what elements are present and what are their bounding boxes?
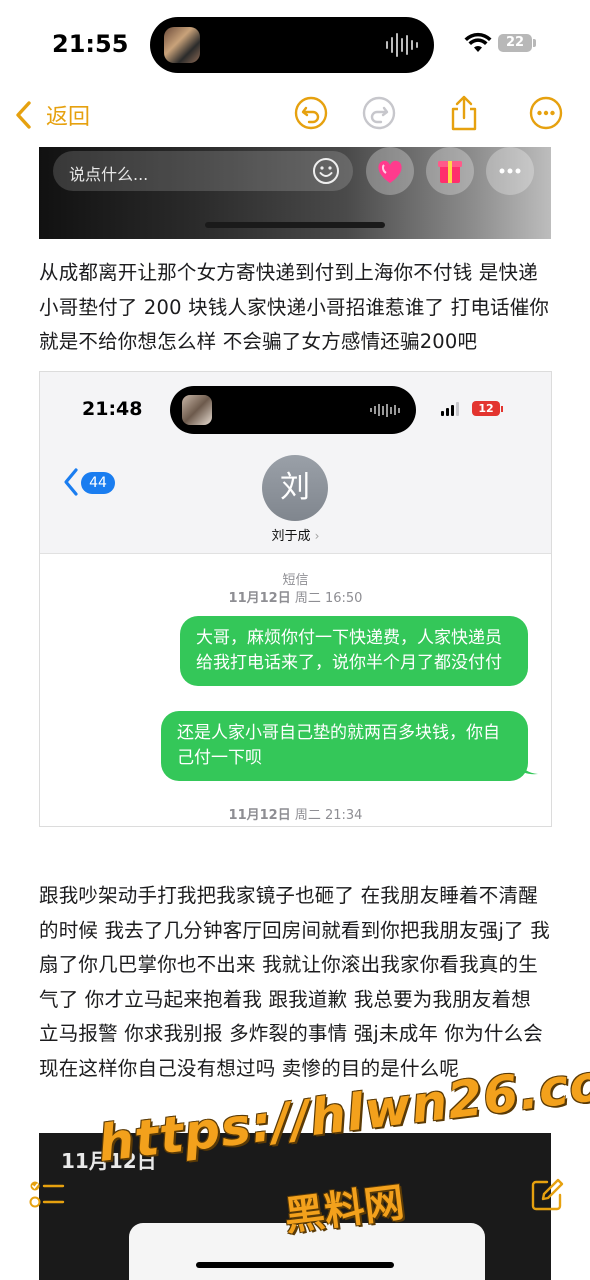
more-icon[interactable] <box>529 96 563 130</box>
wifi-icon <box>464 32 492 52</box>
checklist-icon[interactable] <box>29 1178 65 1212</box>
sms-island-avatar <box>182 395 212 425</box>
heart-gift-icon <box>378 160 402 183</box>
contact-name-text: 刘于成 <box>271 529 311 544</box>
audio-wave-icon <box>386 31 418 59</box>
message-date-1-rest: 周二 16:50 <box>294 591 363 606</box>
sms-status-time: 21:48 <box>82 398 143 420</box>
status-time: 21:55 <box>52 30 129 58</box>
sms-battery-cap <box>501 406 503 412</box>
home-indicator-embedded <box>205 222 385 228</box>
share-icon[interactable] <box>447 94 481 132</box>
embedded-image-live-panel: 说点什么... <box>39 147 551 239</box>
bubble-tail <box>518 757 538 775</box>
note-paragraph-2: 跟我吵架动手打我把我家镜子也砸了 在我朋友睡着不清醒的时候 我去了几分钟客厅回房… <box>39 884 550 1080</box>
sms-dynamic-island <box>170 386 416 434</box>
sms-audio-wave-icon <box>370 402 400 418</box>
island-album-art <box>164 27 200 63</box>
comment-placeholder: 说点什么... <box>69 165 149 184</box>
undo-icon[interactable] <box>294 96 328 130</box>
redo-icon[interactable] <box>362 96 396 130</box>
embedded-image-sms: 21:48 12 44 刘 刘于成 › 短信 11月12日 周二 16:50 大… <box>39 371 552 827</box>
chevron-right-icon: › <box>314 529 320 543</box>
signal-icon <box>441 402 459 416</box>
message-date-2-day: 11月12日 <box>228 808 291 823</box>
compose-icon[interactable] <box>530 1178 564 1212</box>
sms-back-chevron-icon[interactable] <box>62 467 80 497</box>
message-date-2-rest: 周二 21:34 <box>294 808 363 823</box>
sms-battery: 12 <box>472 401 500 416</box>
gift-box-icon <box>438 161 462 183</box>
battery-indicator: 22 <box>498 34 532 52</box>
battery-cap <box>533 39 536 47</box>
note-paragraph-1: 从成都离开让那个女方寄快递到付到上海你不付钱 是快递小哥垫付了 200 块钱人家… <box>39 261 550 353</box>
message-date-1-day: 11月12日 <box>228 591 291 606</box>
chevron-left-icon[interactable] <box>14 100 34 130</box>
back-button[interactable]: 返回 <box>46 99 90 131</box>
contact-name[interactable]: 刘于成 › <box>40 525 551 544</box>
heart-gift-button[interactable] <box>366 147 414 195</box>
smile-icon[interactable] <box>311 156 341 186</box>
unread-badge[interactable]: 44 <box>81 472 115 494</box>
gift-box-button[interactable] <box>426 147 474 195</box>
home-indicator <box>196 1262 394 1268</box>
more-options-button[interactable] <box>486 147 534 195</box>
sms-header: 21:48 12 44 刘 刘于成 › <box>40 372 551 554</box>
message-date-1: 11月12日 周二 16:50 <box>40 587 551 606</box>
message-bubble: 大哥，麻烦你付一下快递费，人家快递员给我打电话来了，说你半个月了都没付付 <box>180 616 528 686</box>
contact-avatar[interactable]: 刘 <box>262 455 328 521</box>
message-bubble: 还是人家小哥自己垫的就两百多块钱，你自己付一下呗 <box>161 711 528 781</box>
ellipsis-icon <box>499 168 521 174</box>
message-date-2: 11月12日 周二 21:34 <box>40 804 551 823</box>
comment-input[interactable]: 说点什么... <box>53 151 353 191</box>
dynamic-island <box>150 17 434 73</box>
channel-label: 短信 <box>282 573 309 588</box>
